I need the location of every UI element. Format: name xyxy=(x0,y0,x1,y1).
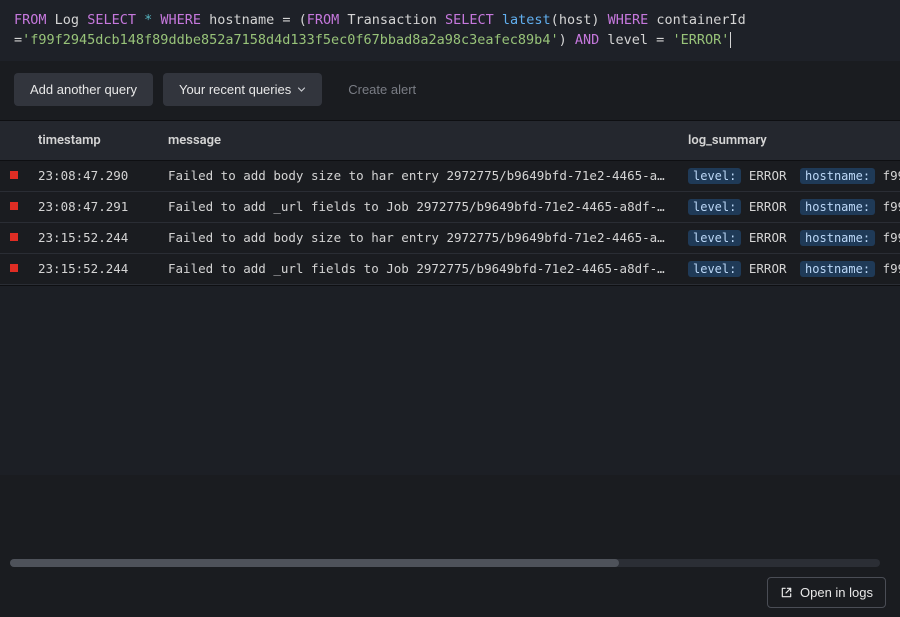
tag-hostname-value: f99f2 xyxy=(875,168,900,183)
footer: Open in logs xyxy=(0,568,900,617)
tag-hostname-value: f99f2 xyxy=(875,230,900,245)
tag-level-key: level: xyxy=(688,261,741,277)
error-marker-icon xyxy=(10,264,18,272)
severity-marker xyxy=(0,222,28,253)
query-token xyxy=(290,12,298,28)
error-marker-icon xyxy=(10,202,18,210)
tag-level-value: ERROR xyxy=(741,230,794,245)
query-token: SELECT xyxy=(445,12,494,28)
recent-queries-label: Your recent queries xyxy=(179,82,291,97)
table-row[interactable]: 23:08:47.291Failed to add _url fields to… xyxy=(0,191,900,222)
text-cursor xyxy=(730,32,731,48)
query-token: ( xyxy=(551,12,559,28)
tag-level-value: ERROR xyxy=(741,168,794,183)
query-token xyxy=(47,12,55,28)
tag-level-key: level: xyxy=(688,230,741,246)
severity-marker xyxy=(0,253,28,284)
query-token xyxy=(599,12,607,28)
tag-hostname-key: hostname: xyxy=(800,199,875,215)
severity-marker xyxy=(0,160,28,191)
col-log-summary[interactable]: log_summary xyxy=(678,121,900,161)
results-scroll[interactable]: timestamp message log_summary 23:08:47.2… xyxy=(0,121,900,565)
tag-level-key: level: xyxy=(688,199,741,215)
query-token: WHERE xyxy=(160,12,201,28)
tag-hostname-key: hostname: xyxy=(800,261,875,277)
query-token: Transaction xyxy=(347,12,436,28)
open-in-logs-button[interactable]: Open in logs xyxy=(767,577,886,608)
query-token: level xyxy=(607,32,648,48)
cell-log-summary: level: ERROR hostname: f99f2 xyxy=(678,160,900,191)
col-message[interactable]: message xyxy=(158,121,678,161)
cell-timestamp: 23:15:52.244 xyxy=(28,222,158,253)
query-token xyxy=(494,12,502,28)
tag-hostname-value: f99f2 xyxy=(875,199,900,214)
query-token: FROM xyxy=(14,12,47,28)
horizontal-scrollbar-thumb[interactable] xyxy=(10,559,619,567)
query-token: ( xyxy=(299,12,307,28)
recent-queries-button[interactable]: Your recent queries xyxy=(163,73,322,106)
col-timestamp[interactable]: timestamp xyxy=(28,121,158,161)
query-token: Log xyxy=(55,12,79,28)
query-token: hostname xyxy=(209,12,274,28)
cell-timestamp: 23:08:47.290 xyxy=(28,160,158,191)
results-area: timestamp message log_summary 23:08:47.2… xyxy=(0,120,900,565)
cell-message: Failed to add _url fields to Job 2972775… xyxy=(158,191,678,222)
error-marker-icon xyxy=(10,233,18,241)
cell-timestamp: 23:08:47.291 xyxy=(28,191,158,222)
query-token xyxy=(201,12,209,28)
query-token xyxy=(648,32,656,48)
cell-message: Failed to add _url fields to Job 2972775… xyxy=(158,253,678,284)
query-token: = xyxy=(14,32,22,48)
query-token xyxy=(437,12,445,28)
query-token: FROM xyxy=(307,12,340,28)
tag-level-key: level: xyxy=(688,168,741,184)
query-token: 'ERROR' xyxy=(672,32,729,48)
table-row[interactable]: 23:15:52.244Failed to add _url fields to… xyxy=(0,253,900,284)
severity-marker xyxy=(0,191,28,222)
query-token xyxy=(79,12,87,28)
cell-log-summary: level: ERROR hostname: f99f2 xyxy=(678,253,900,284)
query-token: SELECT xyxy=(87,12,136,28)
cell-message: Failed to add body size to har entry 297… xyxy=(158,222,678,253)
chevron-down-icon xyxy=(297,85,306,94)
query-token: containerId xyxy=(656,12,745,28)
col-marker xyxy=(0,121,28,161)
query-token: WHERE xyxy=(608,12,649,28)
query-token: 'f99f2945dcb148f89ddbe852a7158d4d133f5ec… xyxy=(22,32,558,48)
open-in-logs-label: Open in logs xyxy=(800,585,873,600)
query-editor[interactable]: FROM Log SELECT * WHERE hostname = (FROM… xyxy=(0,0,900,61)
query-token: latest xyxy=(502,12,551,28)
tag-level-value: ERROR xyxy=(741,199,794,214)
create-alert-button[interactable]: Create alert xyxy=(332,73,432,106)
query-token: AND xyxy=(575,32,599,48)
cell-message: Failed to add body size to har entry 297… xyxy=(158,160,678,191)
query-token xyxy=(567,32,575,48)
cell-timestamp: 23:15:52.244 xyxy=(28,253,158,284)
tag-level-value: ERROR xyxy=(741,261,794,276)
table-row[interactable]: 23:15:52.244Failed to add body size to h… xyxy=(0,222,900,253)
toolbar: Add another query Your recent queries Cr… xyxy=(0,61,900,120)
external-link-icon xyxy=(780,586,793,599)
query-token: ) xyxy=(559,32,567,48)
detail-panel xyxy=(0,285,900,475)
error-marker-icon xyxy=(10,171,18,179)
table-row[interactable]: 23:08:47.290Failed to add body size to h… xyxy=(0,160,900,191)
horizontal-scrollbar[interactable] xyxy=(10,559,880,567)
tag-hostname-key: hostname: xyxy=(800,230,875,246)
add-query-button[interactable]: Add another query xyxy=(14,73,153,106)
query-token xyxy=(136,12,144,28)
tag-hostname-value: f99f2 xyxy=(875,261,900,276)
cell-log-summary: level: ERROR hostname: f99f2 xyxy=(678,222,900,253)
cell-log-summary: level: ERROR hostname: f99f2 xyxy=(678,191,900,222)
tag-hostname-key: hostname: xyxy=(800,168,875,184)
query-token: host xyxy=(559,12,592,28)
results-table: timestamp message log_summary 23:08:47.2… xyxy=(0,121,900,285)
